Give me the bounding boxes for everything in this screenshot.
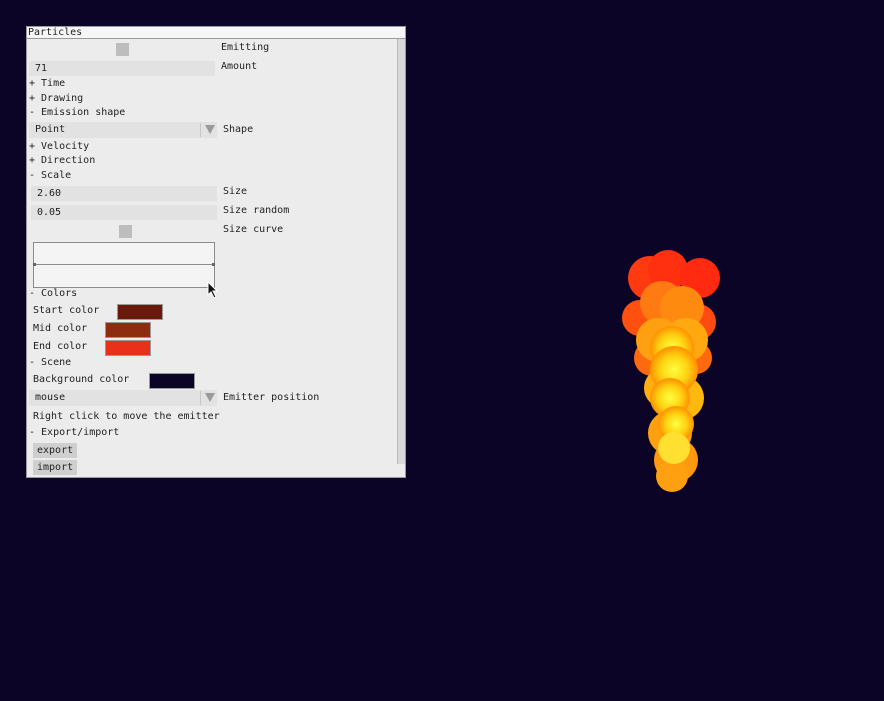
size-curve-point-end[interactable] — [212, 263, 215, 266]
mid-color-swatch[interactable] — [105, 322, 151, 338]
amount-label: Amount — [221, 61, 258, 72]
panel-scrollbar[interactable] — [397, 39, 405, 464]
particles-panel: Particles Emitting 71 Amount + Time + Dr… — [26, 26, 406, 478]
mouse-pointer-icon — [207, 281, 219, 299]
size-curve-label: Size curve — [223, 224, 284, 235]
section-velocity[interactable]: + Velocity — [29, 140, 89, 154]
section-emission-shape[interactable]: - Emission shape — [29, 106, 125, 120]
background-color-swatch[interactable] — [149, 373, 195, 389]
amount-field[interactable]: 71 — [29, 61, 215, 76]
mid-color-label: Mid color — [33, 323, 88, 334]
size-curve-point-start[interactable] — [33, 263, 36, 266]
section-drawing[interactable]: + Drawing — [29, 92, 83, 106]
size-field[interactable]: 2.60 — [31, 186, 217, 201]
size-curve-editor[interactable] — [33, 242, 215, 288]
panel-title[interactable]: Particles — [27, 27, 405, 39]
size-curve-checkbox[interactable] — [119, 225, 132, 238]
emitter-position-dropdown[interactable]: mouse — [29, 390, 217, 406]
export-button[interactable]: export — [33, 443, 78, 458]
section-scale[interactable]: - Scale — [29, 169, 71, 183]
start-color-swatch[interactable] — [117, 304, 163, 320]
particle-flame — [622, 250, 720, 492]
dropdown-separator — [200, 123, 201, 137]
background-color-label: Background color — [33, 374, 130, 385]
end-color-label: End color — [33, 341, 88, 352]
size-label: Size — [223, 186, 248, 197]
emitting-label: Emitting — [221, 42, 270, 53]
emitter-position-label: Emitter position — [223, 392, 320, 403]
shape-dropdown[interactable]: Point — [29, 122, 217, 138]
section-scene[interactable]: - Scene — [29, 356, 71, 370]
emitting-checkbox[interactable] — [116, 43, 129, 56]
dropdown-arrow-icon[interactable] — [205, 125, 215, 134]
section-export-import[interactable]: - Export/import — [29, 426, 119, 440]
section-direction[interactable]: + Direction — [29, 154, 95, 168]
size-random-label: Size random — [223, 205, 290, 216]
section-colors[interactable]: - Colors — [29, 287, 77, 301]
emitter-position-value: mouse — [35, 392, 66, 403]
dropdown-separator — [200, 391, 201, 405]
size-curve-line — [34, 264, 214, 265]
size-random-field[interactable]: 0.05 — [31, 205, 217, 220]
emitter-hint: Right click to move the emitter — [33, 411, 220, 422]
shape-label: Shape — [223, 124, 254, 135]
dropdown-arrow-icon[interactable] — [205, 393, 215, 402]
section-time[interactable]: + Time — [29, 77, 65, 91]
start-color-label: Start color — [33, 305, 100, 316]
shape-dropdown-value: Point — [35, 124, 66, 135]
end-color-swatch[interactable] — [105, 340, 151, 356]
import-button[interactable]: import — [33, 460, 78, 475]
